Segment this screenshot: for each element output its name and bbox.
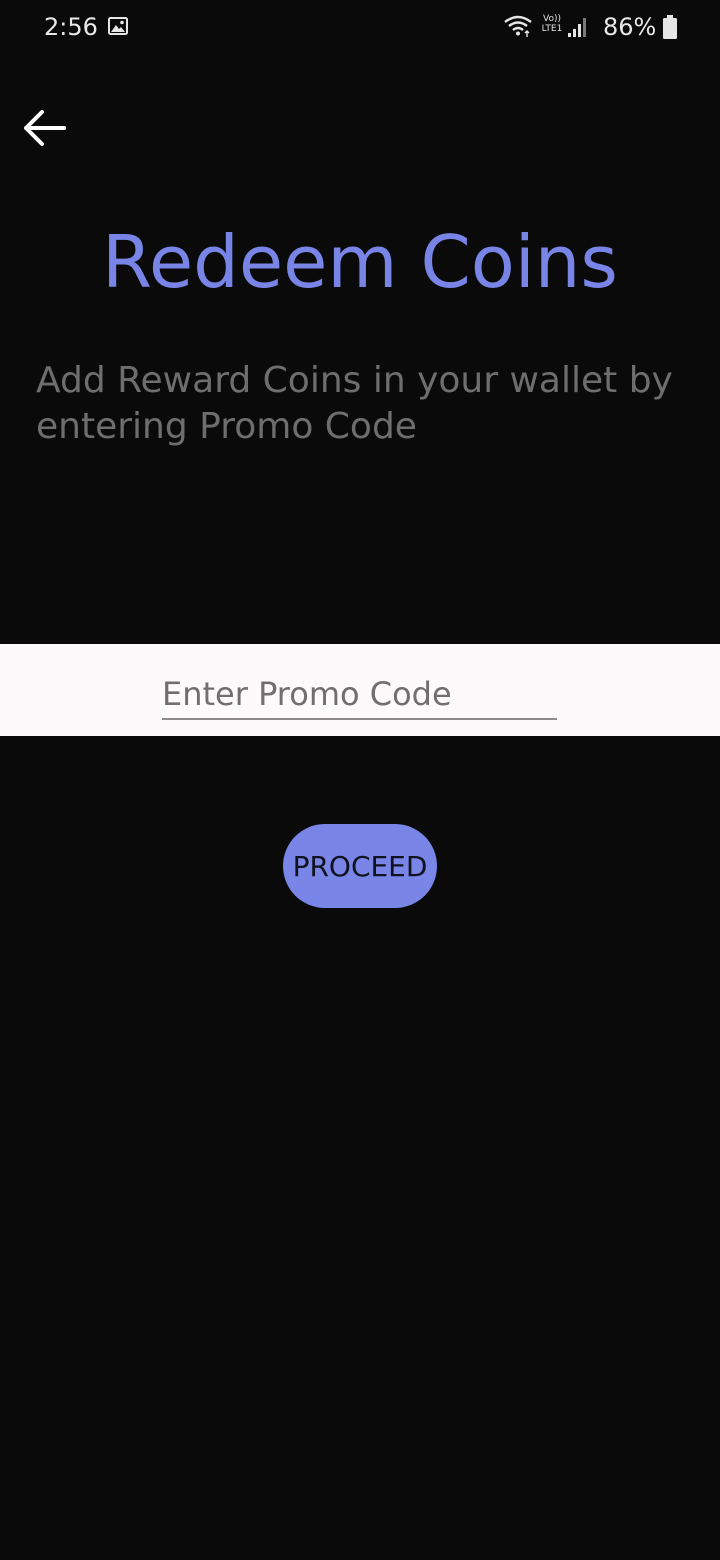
promo-code-input[interactable] [162, 670, 557, 720]
gallery-icon [108, 17, 128, 35]
arrow-left-icon [24, 110, 66, 146]
battery-percentage: 86% [603, 13, 657, 41]
redeem-coins-screen: 2:56 Vo)) LTE1 86% Redeem Coins Add Rewa… [0, 0, 720, 1560]
lte-label: LTE1 [541, 24, 563, 34]
page-subtitle: Add Reward Coins in your wallet by enter… [36, 360, 673, 447]
page-title: Redeem Coins [102, 220, 618, 304]
signal-icon [567, 16, 589, 38]
battery-icon [663, 15, 677, 39]
volte-label: Vo)) [543, 14, 561, 24]
status-time: 2:56 [44, 13, 98, 41]
wifi-icon [503, 14, 533, 38]
back-button[interactable] [14, 100, 74, 156]
volte-icon: Vo)) LTE1 [538, 14, 566, 38]
proceed-button[interactable]: PROCEED [283, 824, 437, 908]
status-bar: 2:56 Vo)) LTE1 86% [0, 0, 720, 56]
